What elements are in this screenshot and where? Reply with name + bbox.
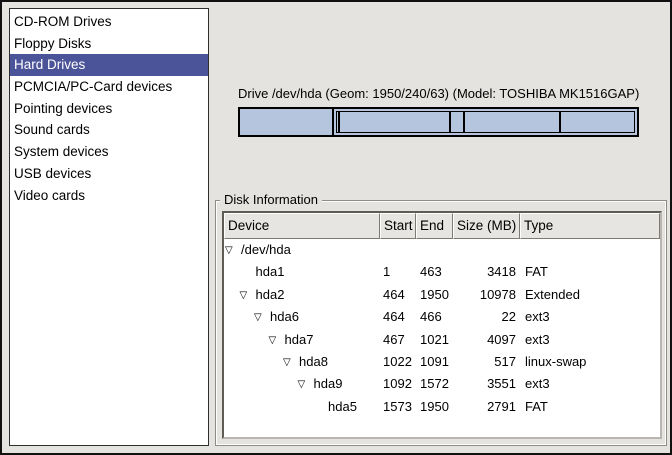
partition-divider-hda8	[463, 112, 465, 132]
table-row-hda7[interactable]: ▽ hda7 46710214097ext3	[224, 329, 660, 351]
partition-divider-hda6	[338, 112, 340, 132]
table-row-hda8[interactable]: ▽ hda8 10221091517linux-swap	[224, 351, 660, 373]
sidebar-item-sound-cards[interactable]: Sound cards	[10, 119, 208, 141]
size-value: 10978	[453, 284, 520, 306]
type-value: ext3	[520, 373, 660, 395]
start-value: 1	[380, 261, 416, 283]
disk-table-header: DeviceStartEndSize (MB)Type	[224, 213, 660, 239]
sidebar-item-usb-devices[interactable]: USB devices	[10, 163, 208, 185]
column-header-device[interactable]: Device	[224, 213, 380, 239]
size-value	[453, 239, 520, 261]
sidebar-item-floppy-disks[interactable]: Floppy Disks	[10, 33, 208, 55]
start-value: 467	[380, 329, 416, 351]
device-label: hda2	[256, 284, 285, 306]
hardware-browser-window: CD-ROM DrivesFloppy DisksHard DrivesPCMC…	[0, 0, 672, 455]
start-value: 1573	[380, 396, 416, 418]
end-value: 466	[416, 306, 453, 328]
size-value: 4097	[453, 329, 520, 351]
start-value	[380, 239, 416, 261]
drive-title: Drive /dev/hda (Geom: 1950/240/63) (Mode…	[238, 86, 639, 101]
start-value: 464	[380, 284, 416, 306]
expander-open-icon[interactable]: ▽	[282, 352, 291, 373]
expander-open-icon[interactable]: ▽	[268, 330, 277, 351]
partition-segment-hda1	[240, 109, 334, 135]
table-row-dev-hda[interactable]: ▽ /dev/hda	[224, 239, 660, 261]
sidebar-item-pointing-devices[interactable]: Pointing devices	[10, 98, 208, 120]
device-label: hda8	[299, 351, 328, 373]
sidebar-item-video-cards[interactable]: Video cards	[10, 185, 208, 207]
device-label: hda5	[328, 396, 357, 418]
size-value: 3551	[453, 373, 520, 395]
table-row-hda6[interactable]: ▽ hda6 46446622ext3	[224, 306, 660, 328]
column-header-size-mb[interactable]: Size (MB)	[453, 213, 520, 239]
type-value: FAT	[520, 396, 660, 418]
device-label: /dev/hda	[241, 239, 291, 261]
end-value: 1021	[416, 329, 453, 351]
size-value: 3418	[453, 261, 520, 283]
size-value: 22	[453, 306, 520, 328]
type-value: ext3	[520, 306, 660, 328]
expander-open-icon[interactable]: ▽	[224, 240, 233, 261]
expander-slot: ▽	[297, 373, 314, 395]
end-value: 463	[416, 261, 453, 283]
end-value: 1572	[416, 373, 453, 395]
sidebar-item-cd-rom-drives[interactable]: CD-ROM Drives	[10, 11, 208, 33]
type-value: linux-swap	[520, 351, 660, 373]
expander-open-icon[interactable]: ▽	[253, 307, 262, 328]
sidebar-item-system-devices[interactable]: System devices	[10, 141, 208, 163]
disk-table-body: ▽/dev/hdahda114633418FAT▽hda246419501097…	[224, 239, 660, 418]
device-category-list: CD-ROM DrivesFloppy DisksHard DrivesPCMC…	[9, 8, 209, 446]
end-value: 1950	[416, 396, 453, 418]
type-value: Extended	[520, 284, 660, 306]
device-label: hda9	[314, 373, 343, 395]
column-header-type[interactable]: Type	[520, 213, 660, 239]
type-value: ext3	[520, 329, 660, 351]
disk-information-groupbox: Disk Information DeviceStartEndSize (MB)…	[215, 200, 667, 446]
expander-slot: ▽	[224, 239, 241, 261]
size-value: 517	[453, 351, 520, 373]
expander-slot: ▽	[253, 306, 270, 328]
expander-slot: ▽	[239, 284, 256, 306]
device-label: hda7	[285, 329, 314, 351]
table-row-hda9[interactable]: ▽ hda9 109215723551ext3	[224, 373, 660, 395]
disk-table: DeviceStartEndSize (MB)Type ▽/dev/hdahda…	[222, 211, 662, 439]
device-label: hda1	[256, 261, 285, 283]
type-value: FAT	[520, 261, 660, 283]
expander-slot: ▽	[282, 351, 299, 373]
partition-bar	[238, 107, 639, 137]
sidebar-item-hard-drives[interactable]: Hard Drives	[10, 54, 208, 76]
logical-partitions-box	[336, 111, 635, 133]
partition-divider-hda9	[559, 112, 561, 132]
sidebar-item-pcmcia-pc-card-devices[interactable]: PCMCIA/PC-Card devices	[10, 76, 208, 98]
type-value	[520, 239, 660, 261]
start-value: 1092	[380, 373, 416, 395]
column-header-start[interactable]: Start	[380, 213, 416, 239]
disk-information-title: Disk Information	[220, 192, 322, 208]
device-label: hda6	[270, 306, 299, 328]
expander-open-icon[interactable]: ▽	[239, 285, 248, 306]
expander-slot: ▽	[268, 329, 285, 351]
table-row-hda5[interactable]: hda5 157319502791FAT	[224, 396, 660, 418]
size-value: 2791	[453, 396, 520, 418]
partition-segment-hda2-extended	[334, 109, 637, 135]
table-row-hda2[interactable]: ▽ hda2 464195010978Extended	[224, 284, 660, 306]
start-value: 1022	[380, 351, 416, 373]
end-value	[416, 239, 453, 261]
partition-divider-hda7	[449, 112, 451, 132]
start-value: 464	[380, 306, 416, 328]
table-row-hda1[interactable]: hda1 14633418FAT	[224, 261, 660, 283]
column-header-end[interactable]: End	[416, 213, 453, 239]
end-value: 1091	[416, 351, 453, 373]
expander-open-icon[interactable]: ▽	[297, 374, 306, 395]
end-value: 1950	[416, 284, 453, 306]
